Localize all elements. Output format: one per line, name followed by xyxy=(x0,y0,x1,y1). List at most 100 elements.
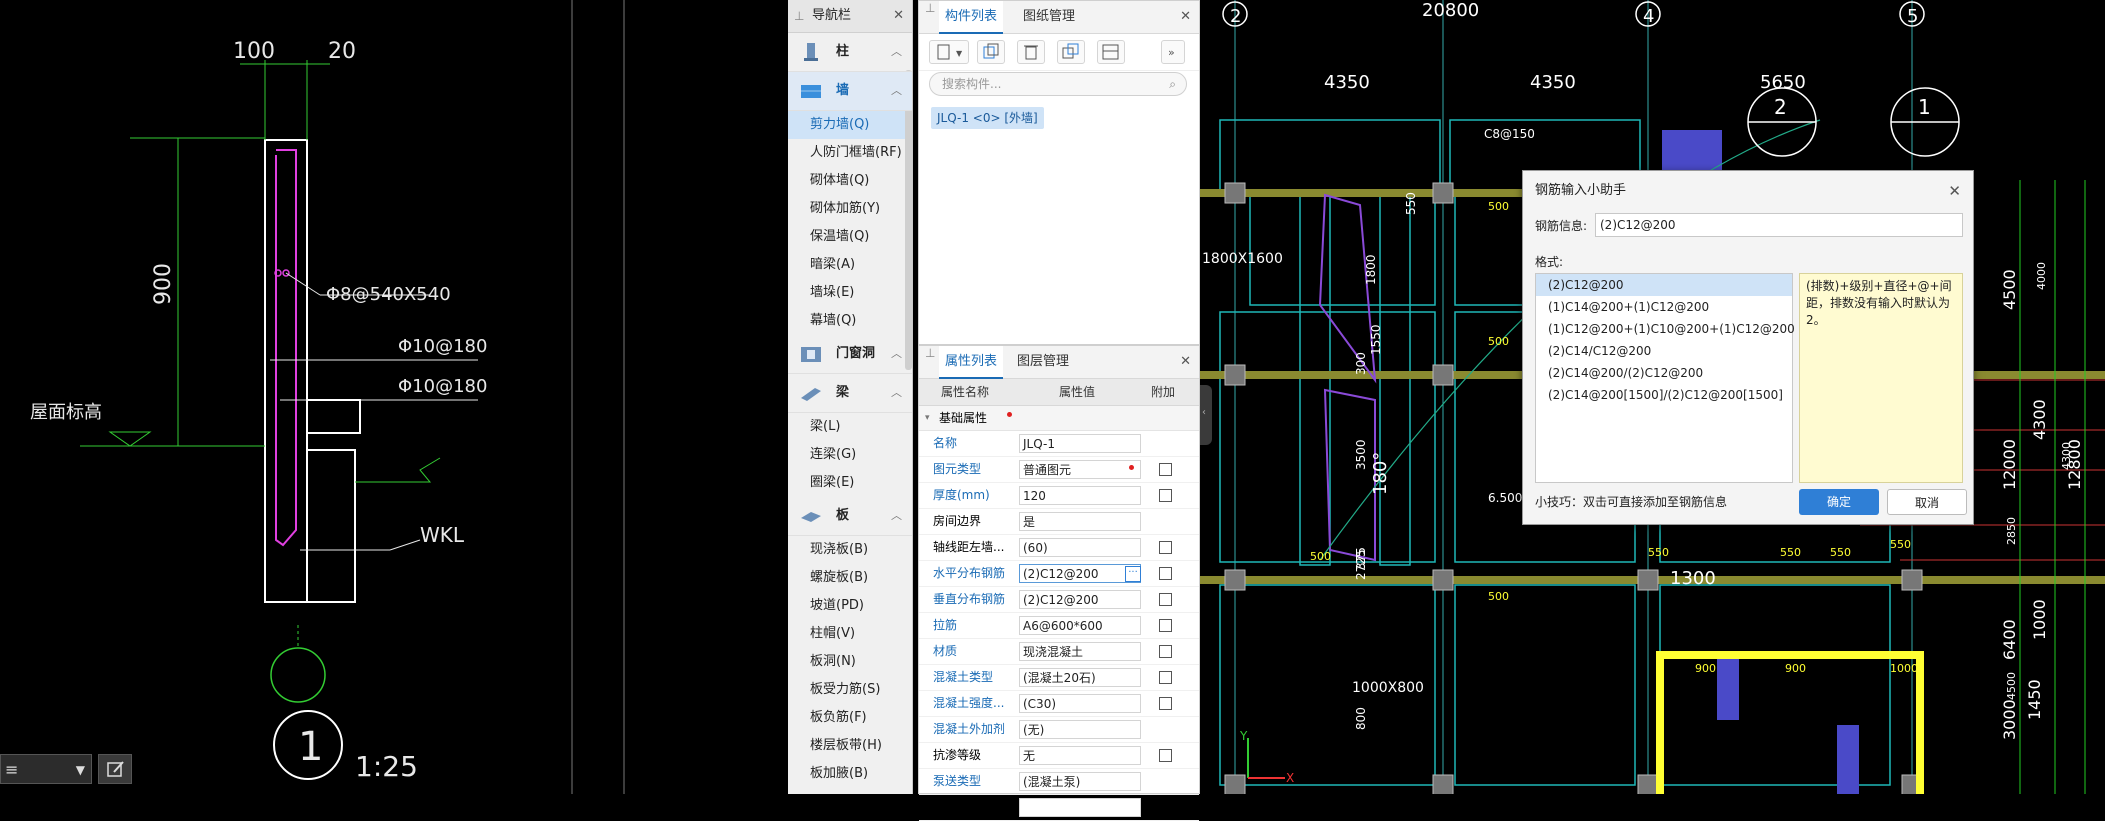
extra-checkbox[interactable] xyxy=(1159,671,1172,684)
format-item[interactable]: (2)C14/C12@200 xyxy=(1536,340,1792,362)
property-value[interactable]: 无 xyxy=(1019,746,1141,765)
property-row[interactable]: 轴线距左墙... (60) xyxy=(919,535,1199,561)
extra-checkbox[interactable] xyxy=(1159,567,1172,580)
property-value[interactable]: (无) xyxy=(1019,720,1141,739)
extra-checkbox[interactable] xyxy=(1159,489,1172,502)
format-item[interactable]: (2)C12@200 xyxy=(1536,274,1792,296)
nav-item-masonry-rebar[interactable]: 砌体加筋(Y) xyxy=(788,195,912,223)
tab-property-list[interactable]: 属性列表 xyxy=(939,346,1004,379)
property-row[interactable]: 房间边界 是 xyxy=(919,509,1199,535)
extra-checkbox[interactable] xyxy=(1159,697,1172,710)
extra-checkbox[interactable] xyxy=(1159,463,1172,476)
close-icon[interactable]: ✕ xyxy=(1948,171,1961,211)
format-item[interactable]: (1)C14@200+(1)C12@200 xyxy=(1536,296,1792,318)
close-icon[interactable]: ✕ xyxy=(893,0,904,32)
new-component-button[interactable]: ▼ xyxy=(929,40,969,64)
extra-checkbox[interactable] xyxy=(1159,541,1172,554)
copy-button[interactable] xyxy=(977,40,1005,64)
nav-item-insulation-wall[interactable]: 保温墙(Q) xyxy=(788,223,912,251)
left-cad-viewport[interactable]: 100 20 900 Φ8@540X540 Φ10@180 Φ10@180 屋面… xyxy=(0,0,788,794)
extra-checkbox[interactable] xyxy=(1159,645,1172,658)
property-row[interactable]: 名称 JLQ-1 xyxy=(919,431,1199,457)
nav-item-curtain-wall[interactable]: 幕墙(Q) xyxy=(788,307,912,335)
close-icon[interactable]: ✕ xyxy=(1180,346,1191,377)
layer-select[interactable]: ≡ ▼ xyxy=(0,754,92,784)
nav-category-slab[interactable]: 板 ︿ xyxy=(788,497,912,536)
nav-item-shear-wall[interactable]: 剪力墙(Q) xyxy=(788,111,912,139)
property-row[interactable]: 泵送高度(m) xyxy=(919,795,1199,821)
delete-button[interactable] xyxy=(1017,40,1045,64)
property-value[interactable]: (混凝土20石) xyxy=(1019,668,1141,687)
property-row[interactable]: 厚度(mm) 120 xyxy=(919,483,1199,509)
panel-collapse-handle[interactable]: ‹ xyxy=(1200,385,1212,445)
nav-category-wall[interactable]: 墙 ︿ xyxy=(788,72,912,111)
property-group-basic[interactable]: ▾ 基础属性 xyxy=(919,406,1199,431)
property-row[interactable]: 混凝土外加剂 (无) xyxy=(919,717,1199,743)
cancel-button[interactable]: 取消 xyxy=(1887,489,1967,515)
tab-drawing-management[interactable]: 图纸管理 xyxy=(1023,1,1075,32)
property-row[interactable]: 水平分布钢筋 (2)C12@200 ··· xyxy=(919,561,1199,587)
property-value[interactable]: JLQ-1 xyxy=(1019,434,1141,453)
nav-item-ramp[interactable]: 坡道(PD) xyxy=(788,592,912,620)
close-icon[interactable]: ✕ xyxy=(1180,1,1191,32)
property-value[interactable] xyxy=(1019,798,1141,817)
nav-scrollbar[interactable] xyxy=(905,70,912,370)
more-icon[interactable]: » xyxy=(1161,40,1185,64)
property-value[interactable]: 普通图元 xyxy=(1019,460,1141,479)
tab-layer-management[interactable]: 图层管理 xyxy=(1017,346,1069,377)
property-row[interactable]: 混凝土强度... (C30) xyxy=(919,691,1199,717)
nav-item-civil-defense-wall[interactable]: 人防门框墙(RF) xyxy=(788,139,912,167)
property-value[interactable]: 现浇混凝土 xyxy=(1019,642,1141,661)
property-row[interactable]: 拉筋 A6@600*600 xyxy=(919,613,1199,639)
nav-item-cast-slab[interactable]: 现浇板(B) xyxy=(788,536,912,564)
nav-item-slab-main-rebar[interactable]: 板受力筋(S) xyxy=(788,676,912,704)
nav-item-slab-haunch[interactable]: 板加腋(B) xyxy=(788,760,912,788)
nav-item-spiral-slab[interactable]: 螺旋板(B) xyxy=(788,564,912,592)
nav-item-slab-hole[interactable]: 板洞(N) xyxy=(788,648,912,676)
property-row[interactable]: 材质 现浇混凝土 xyxy=(919,639,1199,665)
property-value[interactable]: (混凝土泵) xyxy=(1019,772,1141,791)
format-item[interactable]: (2)C14@200/(2)C12@200 xyxy=(1536,362,1792,384)
component-search-input[interactable]: 搜索构件... ⌕ xyxy=(929,72,1187,96)
nav-item-masonry-wall[interactable]: 砌体墙(Q) xyxy=(788,167,912,195)
property-value[interactable]: (2)C12@200 xyxy=(1019,564,1141,583)
nav-item-wall-pier[interactable]: 墙垛(E) xyxy=(788,279,912,307)
property-row[interactable]: 图元类型 普通图元 xyxy=(919,457,1199,483)
property-row[interactable]: 抗渗等级 无 xyxy=(919,743,1199,769)
format-item[interactable]: (2)C14@200[1500]/(2)C12@200[1500] xyxy=(1536,384,1792,406)
pin-icon[interactable]: ⊥ xyxy=(925,346,935,360)
extra-checkbox[interactable] xyxy=(1159,749,1172,762)
property-value[interactable]: (2)C12@200 xyxy=(1019,590,1141,609)
nav-item-column-cap[interactable]: 柱帽(V) xyxy=(788,620,912,648)
format-item[interactable]: (1)C12@200+(1)C10@200+(1)C12@200 xyxy=(1536,318,1795,340)
property-row[interactable]: 泵送类型 (混凝土泵) xyxy=(919,769,1199,795)
extra-checkbox[interactable] xyxy=(1159,593,1172,606)
property-row[interactable]: 混凝土类型 (混凝土20石) xyxy=(919,665,1199,691)
nav-category-column[interactable]: 柱 ︿ xyxy=(788,33,912,72)
property-value[interactable]: (60) xyxy=(1019,538,1141,557)
ok-button[interactable]: 确定 xyxy=(1799,489,1879,515)
tab-component-list[interactable]: 构件列表 xyxy=(939,1,1004,34)
ellipsis-icon[interactable]: ··· xyxy=(1125,566,1141,582)
nav-category-beam[interactable]: 梁 ︿ xyxy=(788,374,912,413)
nav-item-floor-slab-strip[interactable]: 楼层板带(H) xyxy=(788,732,912,760)
rebar-info-input[interactable]: (2)C12@200 xyxy=(1595,213,1963,237)
pin-icon[interactable]: ⊥ xyxy=(925,1,935,15)
nav-item-coupling-beam[interactable]: 连梁(G) xyxy=(788,441,912,469)
nav-item-slab-negative-rebar[interactable]: 板负筋(F) xyxy=(788,704,912,732)
nav-item-hidden-beam[interactable]: 暗梁(A) xyxy=(788,251,912,279)
property-row[interactable]: 垂直分布钢筋 (2)C12@200 xyxy=(919,587,1199,613)
property-value[interactable]: (C30) xyxy=(1019,694,1141,713)
edit-icon[interactable] xyxy=(98,754,132,784)
component-library-button[interactable] xyxy=(1097,40,1125,64)
extra-checkbox[interactable] xyxy=(1159,619,1172,632)
property-value[interactable]: A6@600*600 xyxy=(1019,616,1141,635)
nav-item-beam[interactable]: 梁(L) xyxy=(788,413,912,441)
nav-category-door-window[interactable]: 门窗洞 ︿ xyxy=(788,335,912,374)
nav-item-ring-beam[interactable]: 圈梁(E) xyxy=(788,469,912,497)
layer-copy-button[interactable] xyxy=(1057,40,1085,64)
property-value[interactable]: 是 xyxy=(1019,512,1141,531)
pin-icon[interactable]: ⊥ xyxy=(794,0,804,32)
property-value[interactable]: 120 xyxy=(1019,486,1141,505)
component-item[interactable]: JLQ-1 <0> [外墙] xyxy=(931,107,1044,129)
